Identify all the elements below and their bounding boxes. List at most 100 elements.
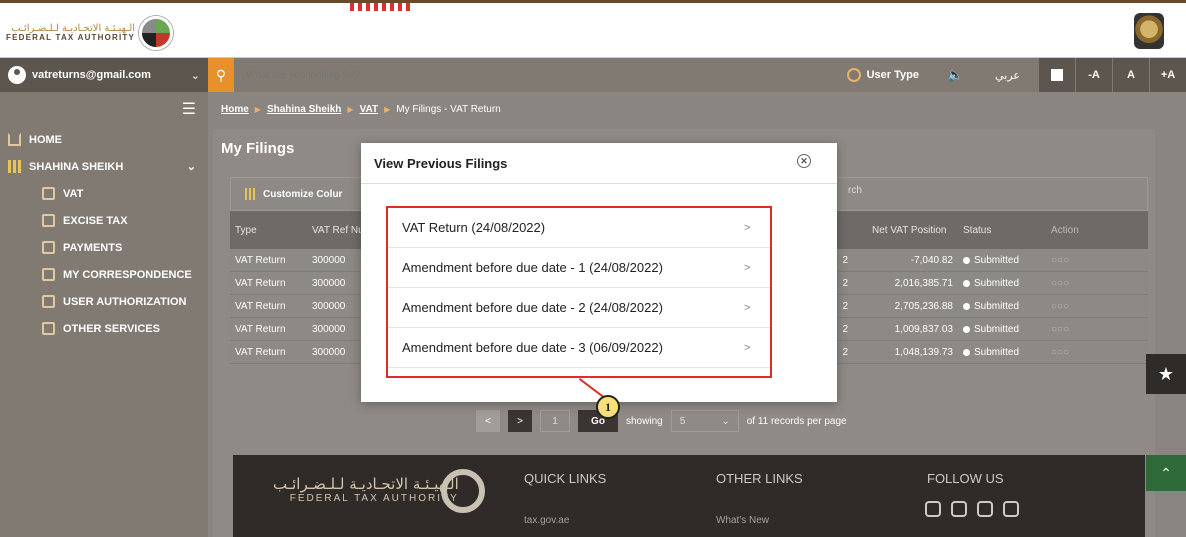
columns-icon <box>245 188 257 200</box>
status-text: Submitted <box>974 300 1020 312</box>
next-page-button[interactable]: > <box>508 410 532 432</box>
chevron-right-icon: > <box>744 221 751 234</box>
breadcrumb-user[interactable]: Shahina Sheikh <box>267 104 341 115</box>
sidebar-item-other-services[interactable]: OTHER SERVICES <box>0 315 208 342</box>
instagram-icon[interactable] <box>925 501 941 517</box>
breadcrumb-home[interactable]: Home <box>221 104 249 115</box>
footer: الـهيـئـة الاتحـاديـة لـلـضـرائـب FEDERA… <box>233 455 1145 537</box>
step-callout-badge: 1 <box>596 395 620 419</box>
status-text: Submitted <box>974 323 1020 335</box>
sidebar: ☰ HOME SHAHINA SHEIKH ⌄ VAT EXCISE TAX P… <box>0 92 208 537</box>
sidebar-item-vat[interactable]: VAT <box>0 180 208 207</box>
row-action-menu[interactable]: ○○○ <box>1047 278 1107 289</box>
scroll-top-button[interactable]: ⌃ <box>1146 455 1186 491</box>
top-navbar: vatreturns@gmail.com ⌄ ⚲ User Type 🔈 عرب… <box>0 58 1186 92</box>
youtube-icon[interactable] <box>1003 501 1019 517</box>
status-text: Submitted <box>974 254 1020 266</box>
favorite-star-button[interactable]: ★ <box>1146 354 1186 394</box>
footer-logo-mark-icon <box>441 469 485 513</box>
header-type[interactable]: Type <box>230 225 312 236</box>
language-toggle[interactable]: عربي <box>977 69 1038 82</box>
chevron-right-icon: > <box>744 261 751 274</box>
page-number-input[interactable]: 1 <box>540 410 570 432</box>
search-input[interactable] <box>234 58 654 92</box>
quick-link-tax-gov[interactable]: tax.gov.ae <box>524 515 569 526</box>
status-badge: Submitted <box>963 347 1047 358</box>
sidebar-item-label: HOME <box>29 133 62 146</box>
filing-item-amendment-3[interactable]: Amendment before due date - 3 (06/09/202… <box>388 328 770 368</box>
fta-logo-mark-icon <box>139 16 174 50</box>
prev-page-button[interactable]: < <box>476 410 500 432</box>
fta-logo[interactable]: الـهيـئـة الاتحـاديـة لـلـضـرائـب FEDERA… <box>6 13 174 53</box>
modal-title: View Previous Filings <box>374 155 508 171</box>
row-action-menu[interactable]: ○○○ <box>1047 255 1107 266</box>
font-normal-button[interactable]: A <box>1112 58 1149 92</box>
filing-label: VAT Return (24/08/2022) <box>402 220 546 235</box>
header-status[interactable]: Status <box>963 225 1047 236</box>
breadcrumb-vat[interactable]: VAT <box>360 104 379 115</box>
filing-item-amendment-2[interactable]: Amendment before due date - 2 (24/08/202… <box>388 288 770 328</box>
sidebar-item-label: MY CORRESPONDENCE <box>63 268 192 281</box>
status-text: Submitted <box>974 277 1020 289</box>
account-email: vatreturns@gmail.com <box>32 69 151 81</box>
customize-columns-button[interactable]: Customize Colur <box>263 189 342 200</box>
font-decrease-button[interactable]: -A <box>1075 58 1112 92</box>
grid-icon <box>8 160 21 173</box>
other-links-heading: OTHER LINKS <box>716 471 803 486</box>
vat-icon <box>42 187 55 200</box>
row-action-menu[interactable]: ○○○ <box>1047 301 1107 312</box>
cell-type: VAT Return <box>235 323 286 335</box>
table-search-label: rch <box>848 185 862 196</box>
status-dot-icon <box>963 279 970 287</box>
account-dropdown[interactable]: vatreturns@gmail.com ⌄ <box>0 58 208 92</box>
chevron-down-icon: ⌄ <box>190 69 200 82</box>
cell-type: VAT Return <box>235 346 286 358</box>
cell-net: 1,048,139.73 <box>894 346 953 358</box>
view-previous-filings-modal: View Previous Filings ✕ VAT Return (24/0… <box>361 143 837 402</box>
sidebar-item-label: USER AUTHORIZATION <box>63 295 187 308</box>
sidebar-item-home[interactable]: HOME <box>0 126 208 153</box>
header-decoration <box>350 3 410 11</box>
follow-us-heading: FOLLOW US <box>927 471 1004 486</box>
pagination: < > 1 Go showing 5 ⌄ of 11 records per p… <box>476 410 847 432</box>
linkedin-icon[interactable] <box>951 501 967 517</box>
filing-item-amendment-1[interactable]: Amendment before due date - 1 (24/08/202… <box>388 248 770 288</box>
sidebar-item-label: OTHER SERVICES <box>63 322 160 335</box>
other-link-whats-new[interactable]: What's New <box>716 515 769 526</box>
row-action-menu[interactable]: ○○○ <box>1047 324 1107 335</box>
filing-label: Amendment before due date - 2 (24/08/202… <box>402 300 663 315</box>
speaker-icon[interactable]: 🔈 <box>933 67 977 83</box>
filing-item-vat-return[interactable]: VAT Return (24/08/2022) > <box>388 208 770 248</box>
cell-net: -7,040.82 <box>910 254 953 266</box>
star-icon: ★ <box>1157 363 1175 384</box>
page-title: My Filings <box>221 140 295 157</box>
breadcrumb-separator-icon: ▶ <box>347 105 354 114</box>
per-page-select[interactable]: 5 ⌄ <box>670 410 739 432</box>
status-dot-icon <box>963 348 970 356</box>
sidebar-item-shahina-sheikh[interactable]: SHAHINA SHEIKH ⌄ <box>0 153 208 180</box>
search-icon[interactable]: ⚲ <box>208 58 234 92</box>
sidebar-item-my-correspondence[interactable]: MY CORRESPONDENCE <box>0 261 208 288</box>
excise-icon <box>42 214 55 227</box>
footer-logo-english: FEDERAL TAX AUTHORITY <box>289 493 459 504</box>
cell-type: VAT Return <box>235 254 286 266</box>
font-increase-button[interactable]: +A <box>1149 58 1186 92</box>
contrast-button[interactable] <box>1038 58 1075 92</box>
twitter-icon[interactable] <box>977 501 993 517</box>
row-action-menu[interactable]: ○○○ <box>1047 347 1107 358</box>
sidebar-item-excise-tax[interactable]: EXCISE TAX <box>0 207 208 234</box>
other-services-icon <box>42 322 55 335</box>
sidebar-item-payments[interactable]: PAYMENTS <box>0 234 208 261</box>
close-icon[interactable]: ✕ <box>797 154 811 168</box>
header-net-vat[interactable]: Net VAT Position <box>852 225 963 236</box>
sidebar-item-label: SHAHINA SHEIKH <box>29 160 124 173</box>
hamburger-menu-icon[interactable]: ☰ <box>0 92 208 126</box>
cell-net: 2,016,385.71 <box>894 277 953 289</box>
user-type-button[interactable]: User Type <box>833 68 933 82</box>
status-dot-icon <box>963 256 970 264</box>
status-badge: Submitted <box>963 255 1047 266</box>
footer-logo: الـهيـئـة الاتحـاديـة لـلـضـرائـب FEDERA… <box>273 475 459 505</box>
header-action: Action <box>1051 224 1079 236</box>
home-icon <box>8 133 21 146</box>
sidebar-item-user-authorization[interactable]: USER AUTHORIZATION <box>0 288 208 315</box>
